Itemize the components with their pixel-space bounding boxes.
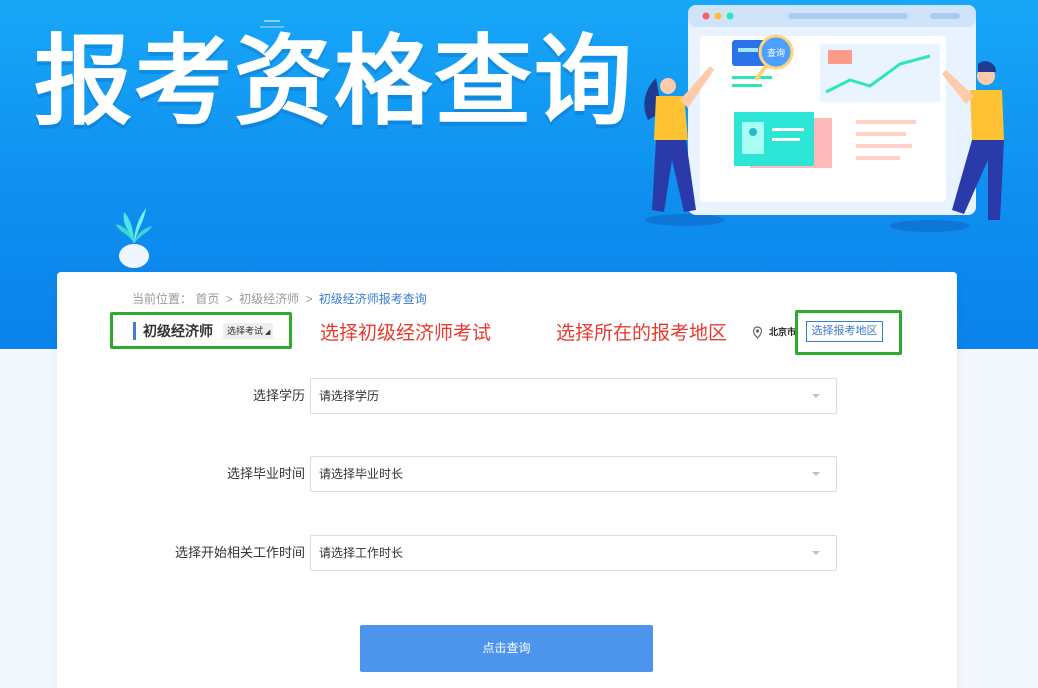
graduation-label: 选择毕业时间 (226, 466, 305, 481)
work-start-select[interactable]: 请选择工作时长 (310, 535, 837, 571)
graduation-row: 选择毕业时间 请选择毕业时长 (57, 456, 957, 492)
breadcrumb-home[interactable]: 首页 (195, 292, 219, 306)
breadcrumb: 当前位置： 首页 > 初级经济师 > 初级经济师报考查询 (132, 290, 427, 307)
query-card: 当前位置： 首页 > 初级经济师 > 初级经济师报考查询 初级经济师 选择考试 ◢… (57, 272, 957, 688)
breadcrumb-exam[interactable]: 初级经济师 (239, 292, 299, 306)
exam-select-label: 选择考试 (227, 326, 264, 336)
graduation-select[interactable]: 请选择毕业时长 (310, 456, 837, 492)
education-placeholder: 请选择学历 (319, 389, 380, 403)
breadcrumb-separator: > (305, 292, 313, 306)
breadcrumb-prefix: 当前位置： (132, 292, 193, 306)
exam-title: 初级经济师 (133, 322, 213, 340)
work-start-placeholder: 请选择工作时长 (319, 546, 404, 560)
select-region-button[interactable]: 选择报考地区 (806, 321, 883, 342)
banner-title: 报考资格查询 (34, 25, 635, 139)
chevron-down-icon (812, 394, 820, 398)
chevron-down-icon (812, 551, 820, 555)
annotation-choose-exam: 选择初级经济师考试 (320, 323, 492, 344)
work-start-row: 选择开始相关工作时间 请选择工作时长 (57, 535, 957, 571)
work-start-label: 选择开始相关工作时间 (174, 545, 305, 560)
chevron-down-icon (812, 472, 820, 476)
education-label: 选择学历 (252, 388, 305, 403)
education-select[interactable]: 请选择学历 (310, 378, 837, 414)
graduation-placeholder: 请选择毕业时长 (319, 467, 404, 481)
exam-select-dropdown[interactable]: 选择考试 ◢ (223, 323, 273, 339)
location-pin-icon (752, 326, 763, 339)
illustration-query-label: 查询 (767, 47, 785, 59)
annotation-choose-region: 选择所在的报考地区 (556, 323, 728, 344)
breadcrumb-current: 初级经济师报考查询 (318, 292, 427, 306)
dropdown-arrow-icon: ◢ (265, 329, 271, 336)
current-city: 北京市 (769, 327, 797, 337)
query-submit-button[interactable]: 点击查询 (360, 625, 653, 672)
page: 报考资格查询 查询 当前位置： 首页 > 初级经济师 > 初级经济师报考查询 初… (0, 0, 1038, 688)
breadcrumb-separator: > (225, 292, 233, 306)
query-illustration: 查询 (644, 5, 1004, 232)
education-row: 选择学历 请选择学历 (57, 378, 957, 414)
plant-icon (116, 208, 152, 268)
